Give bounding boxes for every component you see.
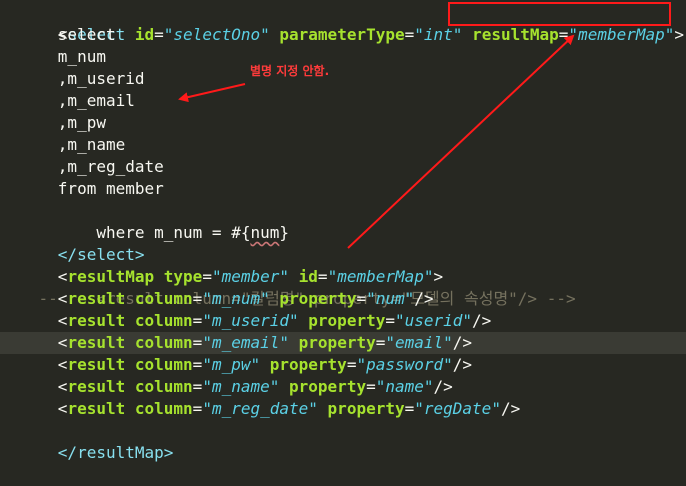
code-line-7: ,m_name xyxy=(0,135,126,154)
code-line-18: <result column="m_name" property="name"/… xyxy=(57,377,453,396)
code-line-15: <result column="m_userid" property="user… xyxy=(57,311,492,330)
code-line-17: <result column="m_pw" property="password… xyxy=(57,355,473,374)
annotation-note: 별명 지정 안함. xyxy=(250,64,330,78)
code-line-10: where m_num = #{num} xyxy=(38,223,289,242)
code-line-11: </select> xyxy=(57,245,145,264)
code-line-5: ,m_email xyxy=(0,91,135,110)
code-line-9: from member xyxy=(0,179,164,198)
code-line-4: ,m_userid xyxy=(0,69,145,88)
code-line-13: -- <result column="칼럼명" property="모델의 속성… xyxy=(38,289,576,308)
code-line-16-current: <result column="m_email" property="email… xyxy=(0,332,686,354)
code-line-19: <result column="m_reg_date" property="re… xyxy=(57,399,521,418)
code-line-3: m_num xyxy=(0,47,106,66)
code-line-14: <result column="m_num" property="num"/> xyxy=(57,289,434,308)
resultmap-highlight-box xyxy=(448,2,671,26)
code-line-2: select xyxy=(0,25,116,44)
code-line-8: ,m_reg_date xyxy=(0,157,164,176)
code-line-6: ,m_pw xyxy=(0,113,106,132)
code-line-12: <resultMap type="member" id="memberMap"> xyxy=(57,267,444,286)
